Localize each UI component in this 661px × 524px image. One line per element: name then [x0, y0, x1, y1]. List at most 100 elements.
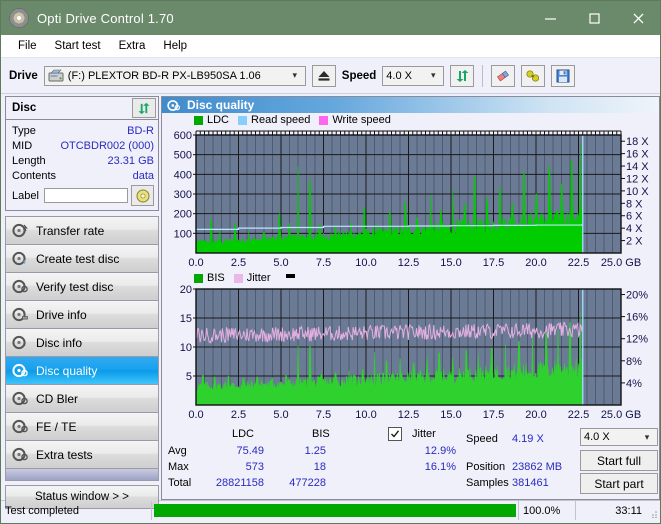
save-button[interactable]: [551, 64, 576, 87]
start-part-button[interactable]: Start part: [580, 473, 658, 494]
svg-text:0.0: 0.0: [188, 257, 203, 269]
jitter-checkbox[interactable]: [388, 427, 402, 441]
maximize-button[interactable]: [572, 1, 616, 35]
menu-item-file[interactable]: File: [9, 38, 46, 54]
svg-text:22.5: 22.5: [568, 257, 589, 269]
svg-text:4 X: 4 X: [626, 223, 643, 235]
legend-label-write-speed: Write speed: [332, 114, 391, 126]
sidebar-item-label: Extra tests: [36, 447, 93, 462]
title-bar: Opti Drive Control 1.70: [1, 1, 660, 35]
sidebar: Disc Type BD-R MID OTCBDR002 (000) Lengt…: [1, 94, 159, 509]
sidebar-item-disc-info[interactable]: Disc info: [6, 329, 158, 357]
disc-info-icon: [12, 335, 29, 350]
svg-text:20: 20: [180, 284, 192, 296]
legend-swatch-ldc: [194, 115, 203, 125]
ldc-chart-legend: LDC Read speed Write speed: [194, 114, 396, 126]
progress-fill: [154, 504, 516, 517]
plug-button[interactable]: [521, 64, 546, 87]
svg-text:2.5: 2.5: [231, 257, 246, 269]
ldc-chart-svg[interactable]: 600 500 400 300 200 100 18 X16 X14 X12 X10 X8 …: [162, 113, 659, 271]
eject-button[interactable]: [311, 64, 336, 87]
disc-row-value: data: [132, 169, 154, 182]
drive-select-value: (F:) PLEXTOR BD-R PX-LB950SA 1.06: [67, 69, 261, 82]
disc-row-key: Length: [12, 154, 46, 167]
svg-text:16%: 16%: [626, 312, 648, 324]
stats-table: LDC BIS Jitter Avg 75.49 1.25 12.9% Max: [164, 425, 464, 499]
svg-text:12.5: 12.5: [398, 409, 419, 421]
position-value: 23862 MB: [512, 461, 563, 473]
disc-label-row: Label: [12, 185, 154, 206]
sidebar-item-label: Verify test disc: [36, 279, 114, 294]
bis-chart-svg[interactable]: 20 15 10 5 20% 16% 12% 8% 4% 0.0 2.5 5.0 7.5 10.0 12.5…: [162, 271, 659, 423]
menu-item-help[interactable]: Help: [154, 38, 196, 54]
disc-row-key: MID: [12, 139, 33, 152]
progress-bar: [152, 501, 518, 520]
test-speed-value: 4.0 X: [584, 431, 610, 443]
sidebar-item-verify-test-disc[interactable]: Verify test disc: [6, 273, 158, 301]
svg-text:7.5: 7.5: [316, 409, 331, 421]
svg-text:5.0: 5.0: [273, 409, 288, 421]
svg-text:6 X: 6 X: [626, 211, 643, 223]
disc-label-input[interactable]: [43, 188, 128, 203]
sidebar-item-drive-info[interactable]: Drive info: [6, 301, 158, 329]
sidebar-item-label: Create test disc: [36, 251, 120, 266]
close-button[interactable]: [616, 1, 660, 35]
menu-item-start-test[interactable]: Start test: [46, 38, 110, 54]
charts-container: LDC Read speed Write speed 600 500 400 300 2…: [162, 113, 659, 499]
sidebar-item-transfer-rate[interactable]: Transfer rate: [6, 217, 158, 245]
disc-burn-icon: [12, 251, 29, 266]
stats-area: LDC BIS Jitter Avg 75.49 1.25 12.9% Max: [162, 423, 659, 499]
disc-label-button[interactable]: [131, 185, 154, 206]
stats-max-jitter: 16.1%: [424, 461, 456, 473]
speed-label: Speed: [341, 69, 377, 82]
disc-row-value: BD-R: [127, 124, 154, 137]
disc-row-mid: MID OTCBDR002 (000): [12, 138, 154, 153]
disc-test-icon: [12, 223, 29, 238]
chevron-down-icon: ▾: [431, 70, 436, 80]
window-buttons: [528, 1, 660, 35]
speed-readout-value: 4.19 X: [512, 433, 544, 445]
window-title: Opti Drive Control 1.70: [37, 10, 174, 26]
disc-verify-icon: [12, 279, 29, 294]
disc-quality-panel: Disc quality LDC Read speed Write speed: [161, 96, 660, 500]
svg-text:10 X: 10 X: [626, 186, 649, 198]
legend-swatch-write-speed: [319, 115, 329, 125]
drive-select[interactable]: (F:) PLEXTOR BD-R PX-LB950SA 1.06 ▾: [43, 65, 306, 86]
disc-row-contents: Contents data: [12, 168, 154, 183]
stats-total-ldc: 28821158: [215, 477, 264, 489]
start-full-button[interactable]: Start full: [580, 450, 658, 471]
sidebar-item-create-test-disc[interactable]: Create test disc: [6, 245, 158, 273]
menu-item-extra[interactable]: Extra: [110, 38, 155, 54]
speed-select[interactable]: 4.0 X ▾: [382, 65, 445, 86]
stats-avg-jitter: 12.9%: [424, 445, 456, 457]
svg-text:20.0: 20.0: [525, 409, 546, 421]
sidebar-item-disc-quality[interactable]: Disc quality: [6, 357, 158, 385]
sidebar-item-label: FE / TE: [36, 419, 77, 434]
resize-grip-icon[interactable]: [646, 501, 660, 520]
legend-label-bis: BIS: [207, 272, 225, 284]
sidebar-item-label: Disc info: [36, 335, 83, 350]
erase-button[interactable]: [491, 64, 516, 87]
svg-text:18 X: 18 X: [626, 136, 649, 148]
disc-label-key: Label: [12, 189, 39, 202]
svg-text:25.0 GB: 25.0 GB: [601, 409, 641, 421]
svg-text:0.0: 0.0: [188, 409, 203, 421]
sidebar-item-extra-tests[interactable]: Extra tests: [6, 441, 158, 469]
disc-refresh-button[interactable]: [132, 98, 156, 118]
sidebar-item-cd-bler[interactable]: CD Bler: [6, 385, 158, 413]
samples-value: 381461: [512, 477, 549, 489]
disc-info-group: Disc Type BD-R MID OTCBDR002 (000) Lengt…: [5, 96, 159, 211]
legend-swatch-jitter: [233, 273, 243, 283]
test-speed-select[interactable]: 4.0 X ▾: [580, 428, 658, 446]
stats-col-bis: BIS: [312, 428, 330, 440]
minimize-button[interactable]: [528, 1, 572, 35]
sidebar-item-label: Disc quality: [36, 363, 98, 378]
sidebar-item-label: Transfer rate: [36, 223, 105, 238]
svg-text:5.0: 5.0: [273, 257, 288, 269]
svg-text:4%: 4%: [626, 378, 642, 390]
svg-text:500: 500: [174, 150, 192, 162]
progress-percent: 100.0%: [523, 504, 561, 517]
svg-text:12.5: 12.5: [398, 257, 419, 269]
refresh-button[interactable]: [450, 64, 475, 87]
sidebar-item-fe-te[interactable]: FE / TE: [6, 413, 158, 441]
